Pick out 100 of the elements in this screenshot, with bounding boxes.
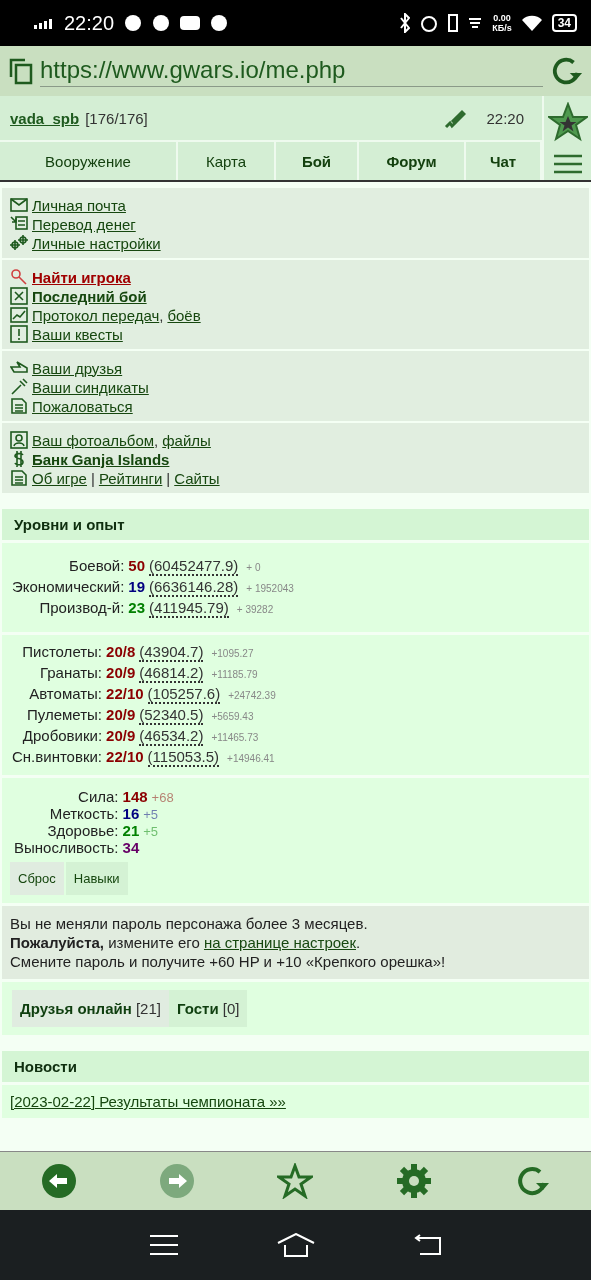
menu-link[interactable]: Перевод денег: [32, 215, 136, 233]
envelope-icon: [10, 196, 28, 214]
level-label: Сн.винтовки:: [12, 748, 103, 765]
menu-link[interactable]: Об игре: [32, 469, 87, 487]
battle-icon: [10, 287, 28, 305]
level-value: 50: [128, 557, 145, 574]
menu-link[interactable]: Ваши синдикаты: [32, 378, 149, 396]
menu-link[interactable]: Найти игрока: [32, 268, 131, 286]
friends-tab[interactable]: Гости [0]: [169, 990, 248, 1027]
stat-bonus: +5: [143, 807, 159, 822]
experience-value: (411945.79): [149, 599, 229, 618]
level-value: 20/8: [106, 643, 136, 660]
experience-gain: +5659.43: [211, 711, 254, 722]
news-link[interactable]: [2023-02-22] Результаты чемпионата »»: [2, 1085, 589, 1118]
document-icon: [10, 469, 28, 487]
stat-label: Меткость:: [48, 805, 119, 822]
experience-value: (105257.6): [147, 685, 221, 704]
notice-text: .: [356, 934, 361, 951]
friends-tab[interactable]: Друзья онлайн [21]: [12, 990, 169, 1027]
experience-gain: + 1952043: [246, 583, 294, 594]
experience-gain: + 39282: [236, 604, 274, 615]
separator: ,: [159, 306, 164, 324]
menu-link[interactable]: Личная почта: [32, 196, 126, 214]
level-label: Пистолеты:: [21, 643, 103, 660]
menu-link[interactable]: Ваш фотоальбом: [32, 431, 155, 449]
nav-tab[interactable]: Форум: [359, 142, 466, 180]
menu-link[interactable]: Ваши квесты: [32, 325, 123, 343]
search-icon: [10, 268, 28, 286]
settings-link[interactable]: на странице настроек: [203, 934, 356, 951]
level-value: 22/10: [106, 748, 144, 765]
menu-link[interactable]: Пожаловаться: [32, 397, 133, 415]
section-title: Новости: [2, 1051, 589, 1082]
tabs-icon[interactable]: [8, 57, 34, 85]
notice-text: Вы не меняли пароль персонажа более 3 месяцев.: [10, 914, 369, 933]
experience-gain: +24742.39: [228, 690, 276, 701]
experience-value: (6636146.28): [149, 578, 239, 597]
gears-icon: [10, 234, 28, 252]
experience-value: (52340.5): [139, 706, 204, 725]
bookmark-star-button[interactable]: [277, 1163, 314, 1199]
stat-label: Здоровье:: [46, 822, 119, 839]
menu-link[interactable]: Личные настройки: [32, 234, 161, 252]
clock-time: 22:20: [486, 109, 524, 127]
experience-gain: + 0: [246, 562, 261, 573]
menu-link[interactable]: Последний бой: [32, 287, 147, 305]
menu-link[interactable]: Ваши друзья: [32, 359, 123, 377]
video-icon: [180, 16, 201, 30]
notice-text: Смените пароль и получите +60 HP и +10 «Крепкого орешка»!: [10, 952, 447, 971]
stat-button[interactable]: Навыки: [65, 862, 128, 895]
level-label: Производ-й:: [38, 599, 125, 616]
menu-link[interactable]: Сайты: [174, 469, 220, 487]
stat-value: 21: [122, 822, 140, 839]
level-label: Гранаты:: [38, 664, 103, 681]
section-title: Уровни и опыт: [2, 509, 589, 540]
username-link[interactable]: vada_spb: [10, 109, 80, 127]
nav-tab[interactable]: Бой: [276, 142, 359, 180]
settings-button[interactable]: [395, 1163, 432, 1199]
back-button[interactable]: [41, 1163, 78, 1199]
level-label: Пулеметы:: [26, 706, 103, 723]
menu-link[interactable]: файлы: [162, 431, 211, 449]
experience-value: (43904.7): [139, 643, 204, 662]
portrait-icon: [10, 431, 28, 449]
experience-value: (46534.2): [139, 727, 204, 746]
menu-link[interactable]: Банк Ganja Islands: [32, 450, 170, 468]
home-icon[interactable]: [276, 1233, 315, 1257]
stat-value: 148: [122, 788, 148, 805]
stat-bonus: +5: [143, 824, 159, 839]
stat-label: Выносливость:: [14, 839, 119, 856]
network-speed: 0.00 КБ/s: [492, 13, 512, 33]
separator: ,: [154, 431, 159, 449]
stat-value: 34: [122, 839, 140, 856]
menu-link[interactable]: боёв: [167, 306, 201, 324]
battery-level: 34: [551, 14, 577, 32]
nav-tab[interactable]: Чат: [466, 142, 542, 180]
experience-gain: +14946.41: [227, 753, 275, 764]
wifi-icon: [521, 15, 542, 31]
nav-tab[interactable]: Карта: [178, 142, 276, 180]
level-value: 20/9: [106, 706, 136, 723]
experience-value: (46814.2): [139, 664, 204, 683]
signal-icon: [34, 17, 54, 29]
experience-value: (60452477.9): [149, 557, 239, 576]
separator: |: [90, 469, 95, 487]
level-label: Автоматы:: [28, 685, 103, 702]
transfer-icon: [10, 215, 28, 233]
star-logo-icon[interactable]: [547, 102, 588, 142]
level-label: Боевой:: [68, 557, 125, 574]
status-time: 22:20: [64, 11, 115, 35]
stat-bonus: +68: [151, 790, 174, 805]
stat-value: 16: [122, 805, 140, 822]
level-value: 22/10: [106, 685, 144, 702]
stat-button[interactable]: Сброс: [10, 862, 64, 895]
knife-icon: [10, 378, 28, 396]
nav-tab[interactable]: Вооружение: [0, 142, 178, 180]
stat-label: Сила:: [77, 788, 119, 805]
level-label: Экономический:: [12, 578, 125, 595]
back-icon[interactable]: [413, 1234, 442, 1256]
experience-gain: +11185.79: [211, 669, 258, 680]
menu-link[interactable]: Рейтинги: [98, 469, 163, 487]
experience-value: (115053.5): [147, 748, 220, 767]
hp-counter: [176/176]: [85, 109, 148, 127]
level-value: 23: [128, 599, 145, 616]
